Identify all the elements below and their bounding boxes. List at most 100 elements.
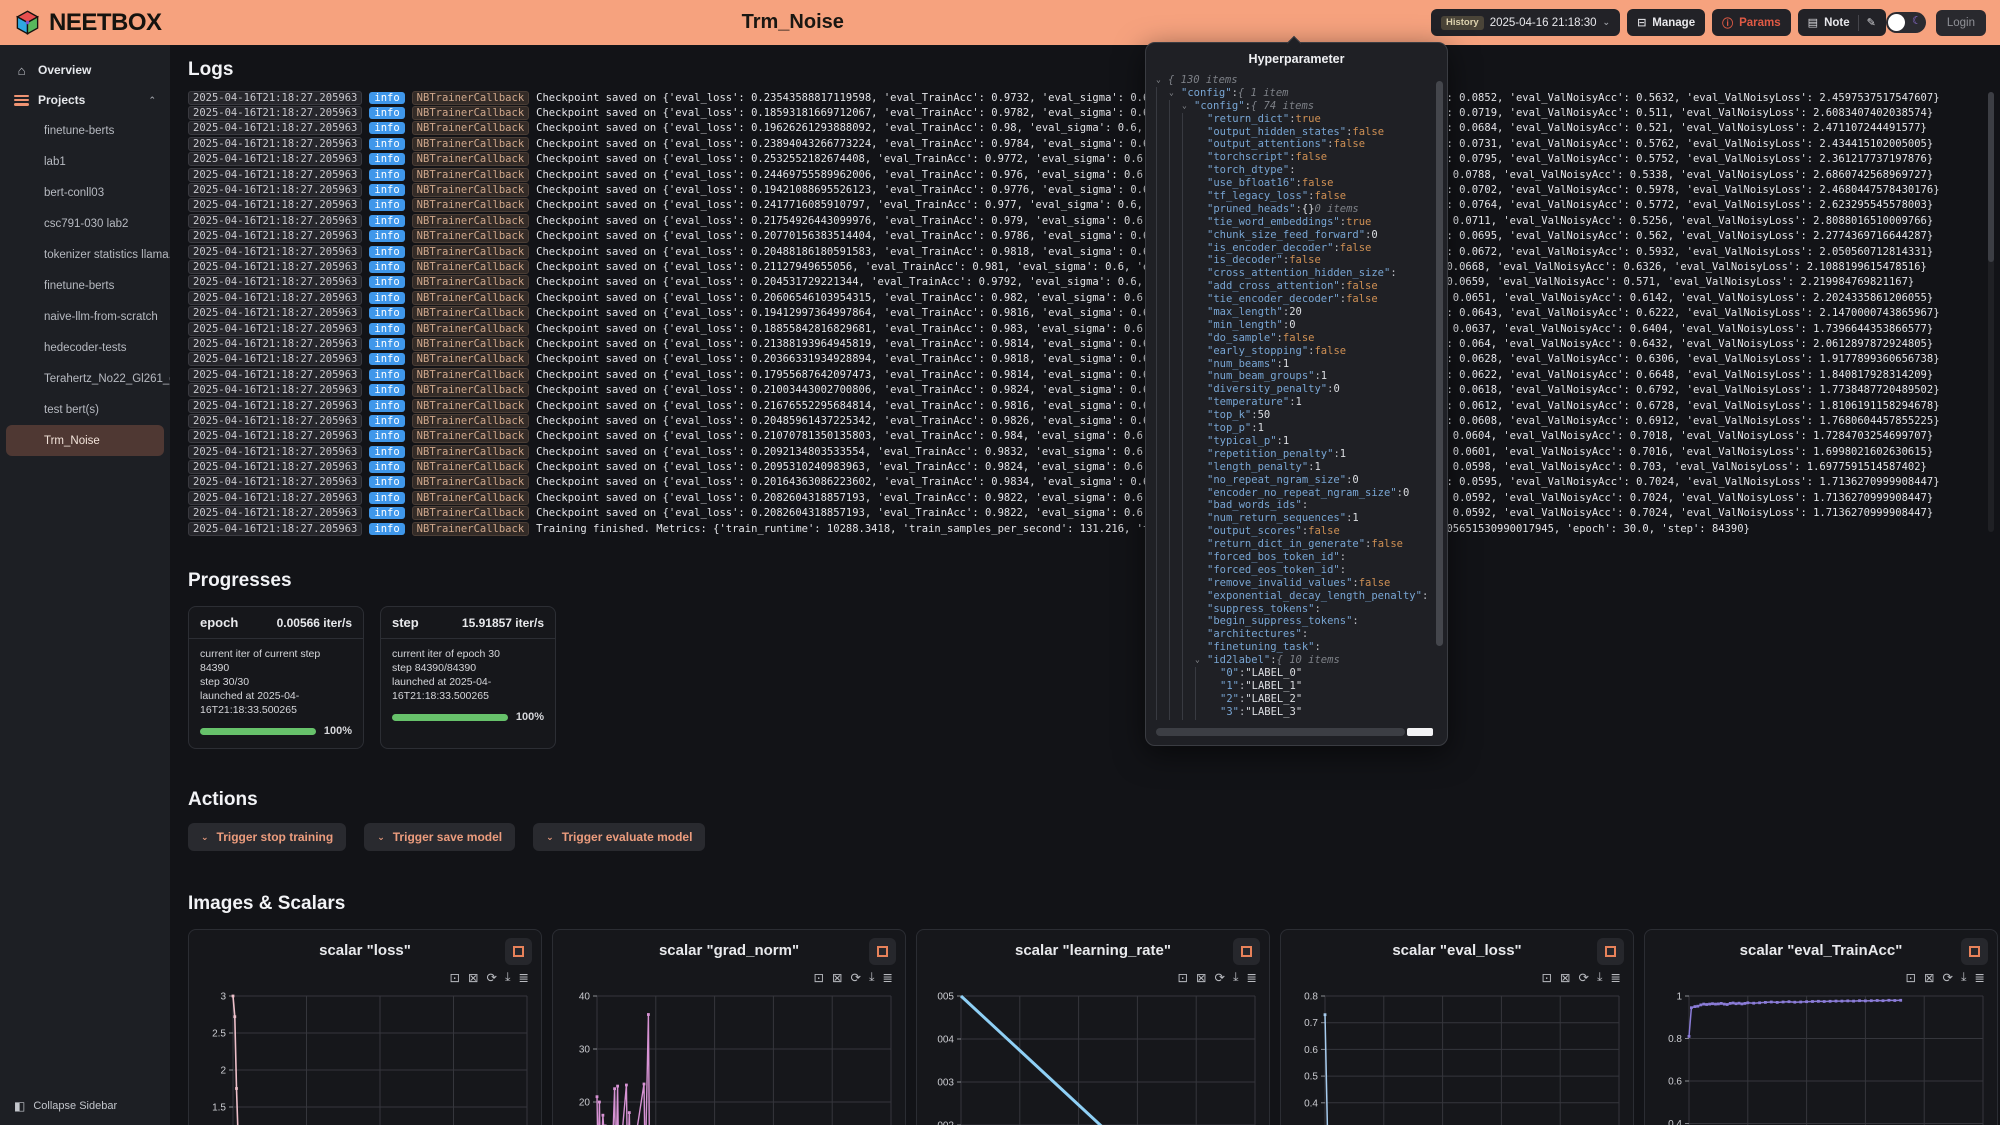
tree-line[interactable]: "length_penalty": 1: [1156, 461, 1433, 474]
tree-line[interactable]: "begin_suppress_tokens":: [1156, 615, 1433, 628]
fullscreen-button[interactable]: [505, 938, 532, 965]
tree-line[interactable]: "is_decoder": false: [1156, 254, 1433, 267]
tree-line[interactable]: "3": "LABEL_3": [1156, 706, 1433, 719]
fullscreen-button[interactable]: [869, 938, 896, 965]
tree-line[interactable]: "typical_p": 1: [1156, 435, 1433, 448]
tree-collapse-icon: ⌄: [1182, 100, 1194, 113]
tree-line[interactable]: "output_hidden_states": false: [1156, 126, 1433, 139]
sidebar-project-item[interactable]: bert-conll03: [0, 177, 170, 208]
trigger-stop-training-button[interactable]: ⌄ Trigger stop training: [188, 823, 346, 851]
tree-line[interactable]: "top_k": 50: [1156, 409, 1433, 422]
sidebar-item-projects[interactable]: Projects ⌃: [0, 85, 170, 115]
sidebar-project-item[interactable]: Terahertz_No22_Gl261_gl...: [0, 363, 170, 394]
tree-line[interactable]: "return_dict": true: [1156, 113, 1433, 126]
tree-line[interactable]: "architectures":: [1156, 628, 1433, 641]
sidebar-project-item[interactable]: lab1: [0, 146, 170, 177]
tree-line[interactable]: "tie_word_embeddings": true: [1156, 216, 1433, 229]
svg-text:005: 005: [937, 992, 954, 1003]
tree-line[interactable]: ⌄"config": { 1 item: [1156, 87, 1433, 100]
chart-plot[interactable]: 32.521.510.5: [195, 982, 539, 1125]
tree-line[interactable]: "num_beams": 1: [1156, 358, 1433, 371]
note-icon: ▤: [1808, 16, 1818, 29]
trigger-evaluate-model-button[interactable]: ⌄ Trigger evaluate model: [533, 823, 705, 851]
log-message: Training finished. Metrics: {'train_runt…: [536, 523, 1750, 535]
chart-plot[interactable]: 0.80.70.60.50.40.30.2: [1287, 982, 1631, 1125]
fullscreen-button[interactable]: [1597, 938, 1624, 965]
sidebar-project-item[interactable]: tokenizer statistics llama...: [0, 239, 170, 270]
note-label: Note: [1824, 17, 1850, 29]
tree-line[interactable]: "temperature": 1: [1156, 396, 1433, 409]
tree-line[interactable]: "cross_attention_hidden_size":: [1156, 267, 1433, 280]
tree-line[interactable]: ⌄"id2label": { 10 items: [1156, 654, 1433, 667]
sidebar-project-item[interactable]: hedecoder-tests: [0, 332, 170, 363]
sidebar-item-overview[interactable]: ⌂ Overview: [0, 55, 170, 85]
chart-plot[interactable]: 10.80.60.40.2: [1651, 982, 1995, 1125]
tree-line[interactable]: "num_beam_groups": 1: [1156, 370, 1433, 383]
tree-line[interactable]: "2": "LABEL_2": [1156, 693, 1433, 706]
tree-line[interactable]: "0": "LABEL_0": [1156, 667, 1433, 680]
theme-toggle[interactable]: ☾: [1886, 12, 1926, 33]
sidebar-project-item[interactable]: csc791-030 lab2: [0, 208, 170, 239]
login-label: Login: [1947, 17, 1975, 29]
manage-button[interactable]: ⊟ Manage: [1627, 9, 1705, 36]
tree-line[interactable]: "suppress_tokens":: [1156, 603, 1433, 616]
tree-line[interactable]: "4": "LABEL_4": [1156, 719, 1433, 720]
tree-line[interactable]: "tf_legacy_loss": false: [1156, 190, 1433, 203]
chart-plot[interactable]: 40302010: [559, 982, 903, 1125]
log-timestamp-badge: 2025-04-16T21:18:27.205963: [188, 429, 362, 443]
tree-line[interactable]: "do_sample": false: [1156, 332, 1433, 345]
tree-line[interactable]: "use_bfloat16": false: [1156, 177, 1433, 190]
note-button-group[interactable]: ▤ Note ✎: [1798, 9, 1886, 36]
tree-line[interactable]: "tie_encoder_decoder": false: [1156, 293, 1433, 306]
tree-line[interactable]: "early_stopping": false: [1156, 345, 1433, 358]
tree-line[interactable]: "exponential_decay_length_penalty":: [1156, 590, 1433, 603]
tree-line[interactable]: "forced_bos_token_id":: [1156, 551, 1433, 564]
tree-line[interactable]: ⌄"config": { 74 items: [1156, 100, 1433, 113]
popover-vertical-scrollbar[interactable]: [1436, 81, 1443, 646]
edit-pencil-icon[interactable]: ✎: [1867, 16, 1876, 29]
fullscreen-button[interactable]: [1233, 938, 1260, 965]
tree-line[interactable]: "torchscript": false: [1156, 151, 1433, 164]
popover-horizontal-scroll-thumb[interactable]: [1407, 728, 1433, 736]
tree-line[interactable]: "return_dict_in_generate": false: [1156, 538, 1433, 551]
tree-line[interactable]: "chunk_size_feed_forward": 0: [1156, 229, 1433, 242]
log-timestamp-badge: 2025-04-16T21:18:27.205963: [188, 168, 362, 182]
tree-line[interactable]: "forced_eos_token_id":: [1156, 564, 1433, 577]
tree-line[interactable]: ⌄{ 130 items: [1156, 74, 1433, 87]
logs-scrollbar[interactable]: [1988, 92, 1994, 532]
sidebar-project-item[interactable]: naive-llm-from-scratch: [0, 301, 170, 332]
tree-line[interactable]: "is_encoder_decoder": false: [1156, 242, 1433, 255]
collapse-sidebar-button[interactable]: ◧ Collapse Sidebar: [0, 1099, 131, 1113]
sidebar-project-item[interactable]: test bert(s): [0, 394, 170, 425]
history-dropdown[interactable]: History 2025-04-16 21:18:30 ⌄: [1431, 9, 1620, 36]
tree-line[interactable]: "min_length": 0: [1156, 319, 1433, 332]
login-button[interactable]: Login: [1936, 10, 1986, 36]
tree-line[interactable]: "output_attentions": false: [1156, 138, 1433, 151]
sidebar-project-item[interactable]: Trm_Noise: [6, 425, 164, 456]
tree-line[interactable]: "1": "LABEL_1": [1156, 680, 1433, 693]
tree-line[interactable]: "top_p": 1: [1156, 422, 1433, 435]
tree-line[interactable]: "diversity_penalty": 0: [1156, 383, 1433, 396]
tree-line[interactable]: "remove_invalid_values": false: [1156, 577, 1433, 590]
params-button[interactable]: ⓘ Params: [1712, 9, 1791, 36]
tree-line[interactable]: "repetition_penalty": 1: [1156, 448, 1433, 461]
tree-line[interactable]: "finetuning_task":: [1156, 641, 1433, 654]
tree-line[interactable]: "num_return_sequences": 1: [1156, 512, 1433, 525]
svg-text:3: 3: [220, 992, 226, 1003]
tree-line[interactable]: "max_length": 20: [1156, 306, 1433, 319]
fullscreen-button[interactable]: [1961, 938, 1988, 965]
tree-line[interactable]: "torch_dtype":: [1156, 164, 1433, 177]
popover-horizontal-scrollbar[interactable]: [1156, 728, 1405, 736]
tree-line[interactable]: "bad_words_ids":: [1156, 499, 1433, 512]
hyperparameter-json-tree[interactable]: ⌄{ 130 items⌄"config": { 1 item⌄"config"…: [1146, 72, 1447, 720]
tree-line[interactable]: "output_scores": false: [1156, 525, 1433, 538]
tree-line[interactable]: "add_cross_attention": false: [1156, 280, 1433, 293]
sidebar-project-item[interactable]: finetune-berts: [0, 115, 170, 146]
trigger-save-model-button[interactable]: ⌄ Trigger save model: [364, 823, 515, 851]
tree-line[interactable]: "pruned_heads": {} 0 items: [1156, 203, 1433, 216]
tree-line[interactable]: "encoder_no_repeat_ngram_size": 0: [1156, 487, 1433, 500]
sidebar-project-item[interactable]: finetune-berts: [0, 270, 170, 301]
tree-line[interactable]: "no_repeat_ngram_size": 0: [1156, 474, 1433, 487]
chart-title: scalar "eval_loss": [1281, 942, 1633, 959]
chart-plot[interactable]: 005004003002001: [923, 982, 1267, 1125]
